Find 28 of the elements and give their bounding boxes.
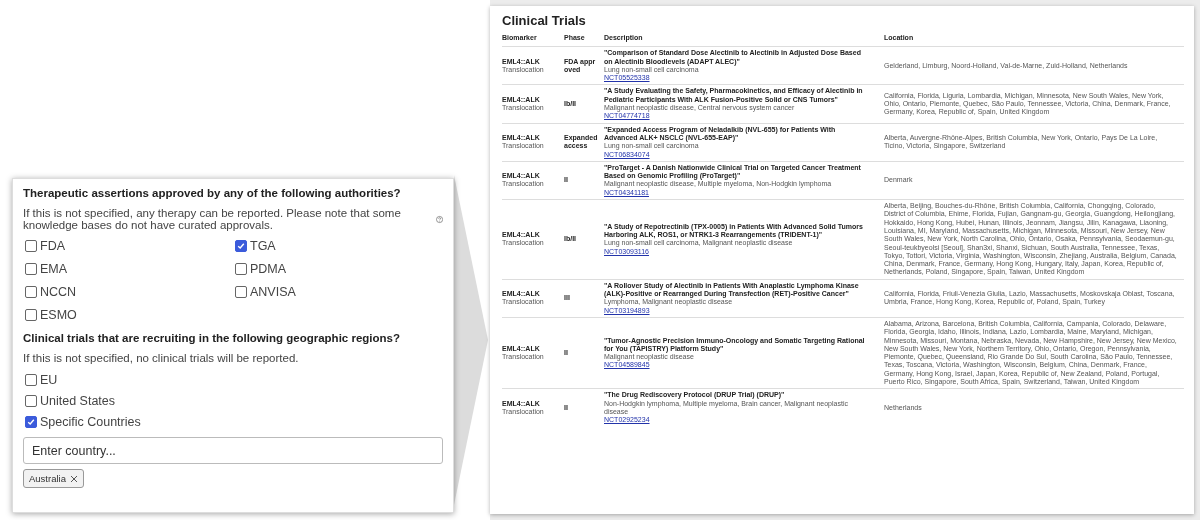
checkbox[interactable] — [25, 374, 37, 386]
note-text: If this is not specified, any therapy can be reported. Please note that some knowledge bases do not have curated approvals. — [23, 207, 402, 231]
option-label: EU — [40, 373, 58, 387]
question-text: Therapeutic assertions approved by any of the following authorities? — [23, 187, 402, 199]
close-icon[interactable] — [69, 474, 78, 483]
country-chip[interactable]: Australia — [23, 469, 84, 488]
checkbox[interactable] — [25, 309, 37, 321]
option-label: Specific Countries — [40, 415, 141, 429]
checkbox[interactable] — [25, 240, 37, 252]
checkbox[interactable] — [235, 286, 247, 298]
checkbox[interactable] — [235, 240, 247, 252]
note-text: If this is not specified, no clinical trials will be reported. — [23, 352, 299, 364]
checkbox[interactable] — [235, 263, 247, 275]
checkbox[interactable] — [25, 395, 37, 407]
question-text: Clinical trials that are recruiting in the following geographic regions? — [23, 332, 401, 344]
checkbox[interactable] — [25, 416, 37, 428]
option-label: ESMO — [40, 308, 77, 322]
country-input-field[interactable]: Enter country... — [23, 437, 443, 464]
option-label: ANVISA — [250, 285, 296, 299]
option-label: PDMA — [250, 262, 287, 276]
option-label: United States — [40, 394, 116, 408]
option-label: FDA — [40, 239, 65, 253]
option-label: EMA — [40, 262, 68, 276]
report-title: Clinical Trials — [502, 13, 587, 28]
checkbox[interactable] — [25, 286, 37, 298]
option-label: NCCN — [40, 285, 77, 299]
option-label: TGA — [250, 239, 276, 253]
checkbox[interactable] — [25, 263, 37, 275]
